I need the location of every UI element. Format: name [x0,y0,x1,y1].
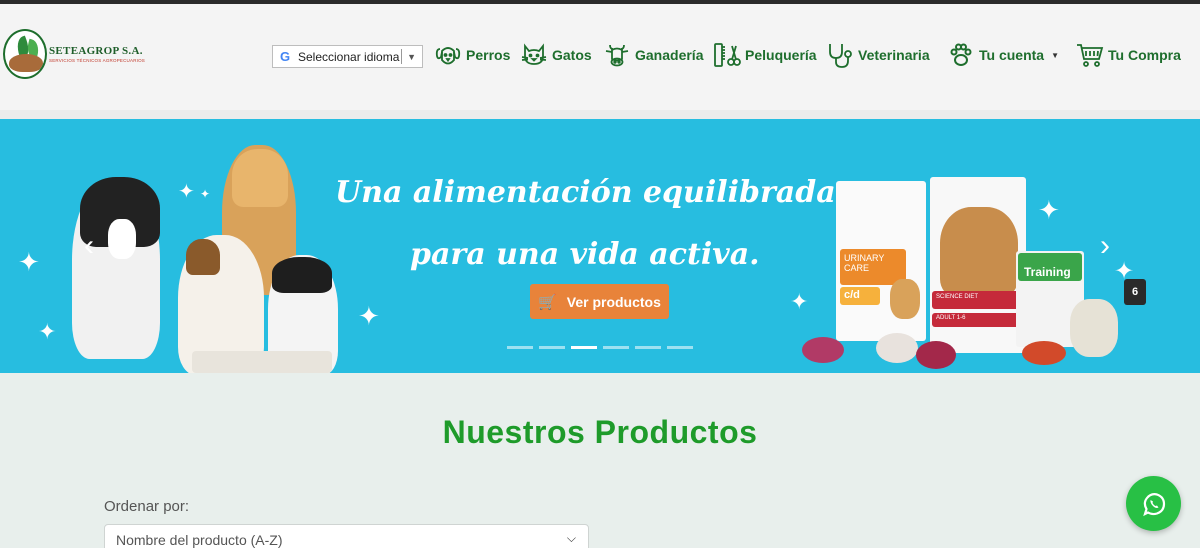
nav-label: Ganadería [635,47,704,63]
google-g-icon: G [279,49,291,64]
chevron-down-icon: ⌵ [566,531,576,545]
nav-item-gatos[interactable]: Gatos [519,40,592,70]
ver-productos-button[interactable]: 🛒 Ver productos [530,284,669,319]
whatsapp-icon [1142,492,1165,516]
nav-item-perros[interactable]: Perros [433,40,510,70]
carousel-dot-active[interactable] [571,346,597,349]
logo-subtitle: SERVICIOS TÉCNICOS AGROPECUARIOS [49,58,146,63]
cart-icon [1077,44,1104,67]
language-selector-label: Seleccionar idioma [298,49,400,64]
banner-headline-line2: para una vida activa. [410,237,760,272]
sparkle-icon: ✦ [178,181,195,203]
carousel-prev-icon[interactable]: ‹ [84,229,94,263]
sparkle-icon: ✦ [1038,195,1060,225]
cta-label: Ver productos [566,293,661,310]
nav-label: Tu cuenta [979,47,1045,63]
banner-headline-line1: Una alimentación equilibrada [335,175,836,210]
sparkle-icon: ✦ [18,247,40,277]
carousel-dot[interactable] [507,346,533,349]
cow-icon [605,44,629,67]
slide-badge: 6 [1124,279,1146,305]
nav-label: Gatos [552,47,592,63]
nav-item-veterinaria[interactable]: Veterinaria [825,40,930,70]
carousel-dot[interactable] [667,346,693,349]
nav-item-tu-compra[interactable]: Tu Compra [1075,40,1181,70]
sort-label: Ordenar por: [104,498,190,515]
logo-name: SETEAGROP S.A. [49,45,143,57]
nav-label: Veterinaria [858,47,930,63]
header-divider [0,110,1200,119]
language-selector[interactable]: G Seleccionar idioma ▼ [272,45,423,68]
logo-emblem-icon [3,29,47,79]
section-title: Nuestros Productos [442,414,758,450]
nav-label: Peluquería [745,47,817,63]
nav-item-ganaderia[interactable]: Ganadería [602,40,703,70]
sparkle-icon: ✦ [358,301,380,331]
sparkle-icon: ✦ [790,289,809,314]
nav-item-tu-cuenta[interactable]: Tu cuenta ▼ [946,40,1059,70]
sort-select-value: Nombre del producto (A-Z) [116,532,283,548]
whatsapp-button[interactable] [1126,476,1181,531]
cat-icon [521,43,547,65]
dog-icon [435,47,461,65]
paw-icon [950,43,972,66]
stethoscope-icon [829,44,852,68]
bag1-code: c/d [844,289,860,301]
sort-select[interactable]: Nombre del producto (A-Z) ⌵ [104,524,589,548]
carousel-next-icon[interactable]: › [1100,229,1110,263]
bag2-sub: ADULT 1-6 [936,315,966,321]
carousel-indicators [507,346,693,349]
nav-item-peluqueria[interactable]: Peluquería [712,40,817,70]
hero-carousel: ✦ ✦ ✦ ✦ ✦ ✦ ✦ ✦ Una alimentación equilib… [0,119,1200,373]
cart-icon: 🛒 [538,293,557,311]
bag3-label: Training [1024,265,1071,279]
site-logo[interactable]: SETEAGROP S.A. SERVICIOS TÉCNICOS AGROPE… [3,29,145,79]
carousel-dot[interactable] [539,346,565,349]
carousel-dot[interactable] [603,346,629,349]
sparkle-icon: ✦ [200,187,211,201]
caret-down-icon: ▼ [1051,50,1059,60]
nav-label: Perros [466,47,511,63]
bag2-label: SCIENCE DIET [936,294,979,300]
grooming-icon [714,43,741,67]
nav-label: Tu Compra [1108,47,1181,63]
sparkle-icon: ✦ [38,319,57,344]
bag1-label: URINARY CARE [844,253,885,273]
dropdown-arrow-icon: ▼ [407,51,416,62]
carousel-dot[interactable] [635,346,661,349]
